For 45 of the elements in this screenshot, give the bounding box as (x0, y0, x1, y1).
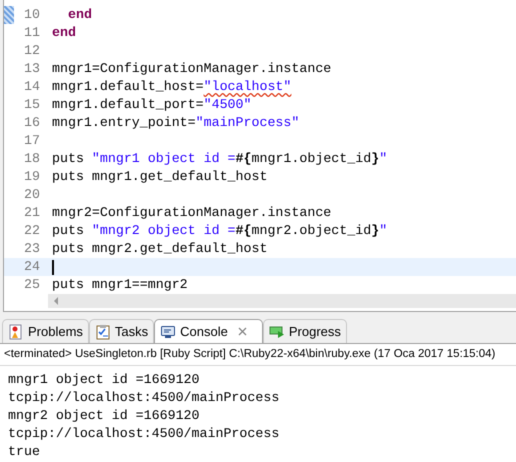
line-number: 24 (23, 258, 41, 276)
panel-tab[interactable]: Progress (262, 319, 347, 343)
code-line: end (68, 6, 92, 24)
code-line: end (52, 24, 76, 42)
code-line: mngr1.entry_point="mainProcess" (52, 114, 300, 132)
line-number: 16 (23, 114, 41, 132)
line-number: 22 (23, 222, 41, 240)
console-output-line: tcpip://localhost:4500/mainProcess (8, 389, 280, 406)
code-line: puts "mngr1 object id =#{mngr1.object_id}" (52, 150, 388, 168)
clipboard-icon (94, 324, 111, 340)
line-number: 23 (23, 240, 41, 258)
line-number: 17 (23, 132, 41, 150)
line-number: 10 (23, 6, 41, 24)
code-line: puts mngr1.get_default_host (52, 168, 268, 186)
panel-tab[interactable]: Tasks (88, 319, 154, 343)
line-number: 12 (23, 42, 41, 60)
close-icon[interactable] (236, 326, 248, 337)
code-line: puts mngr2.get_default_host (52, 240, 268, 258)
monitor-icon (160, 324, 176, 340)
panel-tab[interactable]: Console (154, 319, 233, 343)
progress-icon (268, 324, 285, 340)
panel-tab[interactable]: Problems (2, 319, 89, 343)
line-number: 25 (23, 276, 41, 294)
line-number: 19 (23, 168, 41, 186)
code-line: mngr1=ConfigurationManager.instance (52, 60, 332, 78)
code-line: mngr2=ConfigurationManager.instance (52, 204, 332, 222)
line-number: 14 (23, 78, 41, 96)
line-number: 21 (23, 204, 41, 222)
code-editor[interactable] (3, 0, 516, 312)
console-output-line: true (8, 443, 41, 460)
line-number: 15 (23, 96, 41, 114)
line-number: 20 (23, 186, 41, 204)
console-output-line: mngr1 object id =1669120 (8, 371, 201, 388)
line-number: 11 (23, 24, 41, 42)
text-cursor (52, 260, 54, 274)
problems-icon (8, 324, 24, 340)
console-output-line: mngr2 object id =1669120 (8, 407, 201, 424)
console-status: <terminated> UseSingleton.rb [Ruby Script] C:\Ruby22-x64\bin\ruby.exe (17 Oca 2017 15:15:04) (0, 344, 516, 366)
line-number: 13 (23, 60, 41, 78)
code-line: mngr1.default_host="localhost" (52, 78, 292, 96)
code-line: mngr1.default_port="4500" (52, 96, 252, 114)
line-number: 18 (23, 150, 41, 168)
code-line: puts mngr1==mngr2 (52, 276, 188, 294)
code-line: puts "mngr2 object id =#{mngr2.object_id}" (52, 222, 388, 240)
console-output-line: tcpip://localhost:4500/mainProcess (8, 425, 280, 442)
